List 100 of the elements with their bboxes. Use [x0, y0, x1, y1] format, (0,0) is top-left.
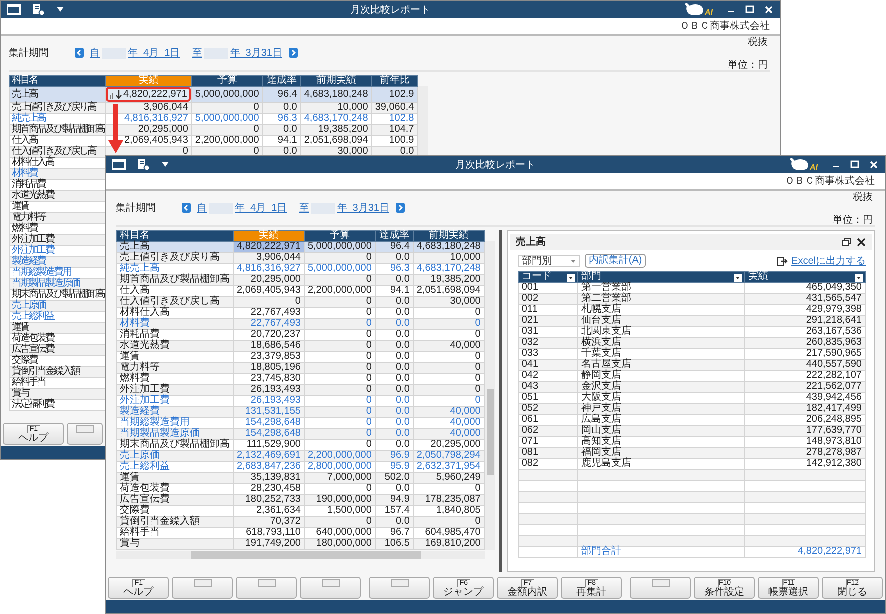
table-cell: 4,683,180,248 [300, 86, 372, 102]
table-cell: 売上総利益 [10, 312, 106, 322]
column-header[interactable]: 前期実績 [413, 230, 484, 242]
table-cell: 5,000,000,000 [304, 264, 376, 274]
table-cell: 465,049,350 [744, 282, 866, 294]
filter-button[interactable] [855, 274, 863, 282]
vertical-scrollbar[interactable] [418, 86, 428, 156]
table-cell: 7,000,000 [304, 472, 376, 484]
maximize-button[interactable] [745, 4, 755, 14]
period-link[interactable]: 自 年 4月 1日 至 年 3月31日 [90, 46, 282, 60]
export-icon[interactable] [776, 256, 788, 266]
table-cell: 鹿児島支店 [578, 458, 745, 470]
table-cell: 0 [304, 340, 376, 352]
window-icon[interactable] [7, 4, 21, 15]
column-header[interactable]: 達成率 [375, 230, 414, 242]
column-header[interactable]: 予算 [304, 230, 376, 242]
table-cell: 18,805,196 [234, 362, 304, 374]
table-cell: 2,632,371,954 [413, 462, 484, 472]
table-cell: 0 [413, 352, 484, 362]
table-cell: 082 [518, 458, 578, 470]
period-link[interactable]: 自 年 4月 1日 至 年 3月31日 [197, 201, 390, 215]
column-header[interactable]: 前期実績 [300, 76, 372, 86]
document-gear-icon[interactable] [33, 4, 45, 16]
table-cell: 191,749,200 [234, 538, 304, 550]
column-header[interactable]: コード [518, 272, 578, 282]
table-cell: 96.4 [262, 86, 301, 102]
next-button[interactable] [288, 48, 298, 58]
previous-button[interactable] [75, 48, 84, 58]
table-cell: 10,000 [300, 102, 372, 114]
table-cell: 仙台支店 [578, 316, 745, 326]
table-cell: 0 [304, 318, 376, 330]
table-cell: 0 [304, 406, 376, 418]
table-cell: 4,683,170,248 [413, 264, 484, 274]
table-cell: 仕入高 [116, 286, 234, 296]
table-cell: 0 [413, 516, 484, 528]
window-title: 月次比較レポート [350, 4, 430, 16]
table-cell: 材料費 [10, 168, 106, 180]
column-header[interactable]: 前年比 [372, 76, 418, 86]
splitter[interactable] [498, 230, 502, 572]
caret-icon[interactable] [162, 162, 169, 167]
table-cell: 外注加工費 [116, 384, 234, 396]
table-cell: 消耗品費 [116, 330, 234, 340]
column-header[interactable]: 部門 [578, 272, 745, 282]
close-button[interactable] [857, 238, 866, 246]
filter-button[interactable] [734, 274, 742, 282]
table-cell: 148,973,810 [744, 436, 866, 448]
table-cell: 売上値引き及び戻り高 [116, 252, 234, 264]
column-header[interactable]: 科目名 [10, 76, 106, 86]
table-cell: 217,590,965 [744, 348, 866, 360]
window-icon[interactable] [112, 159, 126, 170]
table-cell: 期首商品及び製品棚卸高 [10, 124, 106, 136]
table-cell: 売上原価 [10, 300, 106, 312]
table-cell: 10,000 [413, 252, 484, 264]
table-cell: 賞与 [10, 388, 106, 400]
arrow [108, 104, 124, 153]
table-cell: 札幌支店 [578, 304, 745, 316]
table-cell: 40,000 [413, 428, 484, 440]
table-cell: 0 [304, 418, 376, 428]
drilldown-icon[interactable] [110, 90, 124, 99]
column-header[interactable]: 実績 [744, 272, 866, 282]
table-cell: 売上値引き及び戻り高 [10, 102, 106, 114]
table-cell: 081 [518, 448, 578, 458]
horizontal-scrollbar[interactable] [116, 551, 485, 559]
caret-icon[interactable] [57, 7, 64, 12]
table-cell: 640,000,000 [304, 528, 376, 538]
table-cell: 横浜支店 [578, 338, 745, 348]
table-cell: 061 [518, 414, 578, 426]
table-cell: 221,562,077 [744, 382, 866, 392]
next-button[interactable] [396, 203, 404, 213]
table-cell: 当期総製造費用 [10, 268, 106, 278]
table-cell: 運賃 [116, 472, 234, 484]
table-cell: 燃料費 [10, 224, 106, 234]
table-cell: 0 [413, 484, 484, 494]
vertical-scrollbar[interactable] [484, 241, 495, 550]
table-cell: 5,000,000,000 [192, 86, 263, 102]
column-header[interactable]: 達成率 [262, 76, 301, 86]
table-cell: 051 [518, 392, 578, 404]
table-cell: 水道光熱費 [10, 190, 106, 202]
table-cell: 0 [192, 124, 263, 136]
table-cell: 2,361,634 [234, 506, 304, 516]
export-link[interactable]: Excelに出力する [792, 254, 866, 268]
table-cell: 荷造包装費 [116, 484, 234, 494]
previous-button[interactable] [182, 203, 191, 213]
document-gear-icon[interactable] [138, 158, 150, 170]
scrollbar-thumb[interactable] [191, 551, 421, 559]
filter-button[interactable] [567, 274, 576, 282]
column-header[interactable]: 予算 [192, 76, 263, 86]
table-cell: 交際費 [116, 506, 234, 516]
restore-button[interactable] [842, 238, 852, 246]
table-cell: 5,960,249 [413, 472, 484, 484]
table-cell: 26,193,493 [234, 384, 304, 396]
breakdown-dropdown[interactable]: 部門別 [518, 255, 580, 267]
table-cell: 製造経費 [116, 406, 234, 418]
table-cell: 仕入値引き及び戻し高 [10, 146, 106, 158]
maximize-button[interactable] [850, 160, 860, 170]
tally-button[interactable]: 内訳集計(A) [584, 254, 646, 268]
table-cell: 神戸支店 [578, 404, 745, 414]
column-header[interactable]: 科目名 [116, 230, 234, 242]
tax-label: 税抜 [748, 36, 768, 48]
scrollbar-thumb[interactable] [486, 389, 494, 475]
